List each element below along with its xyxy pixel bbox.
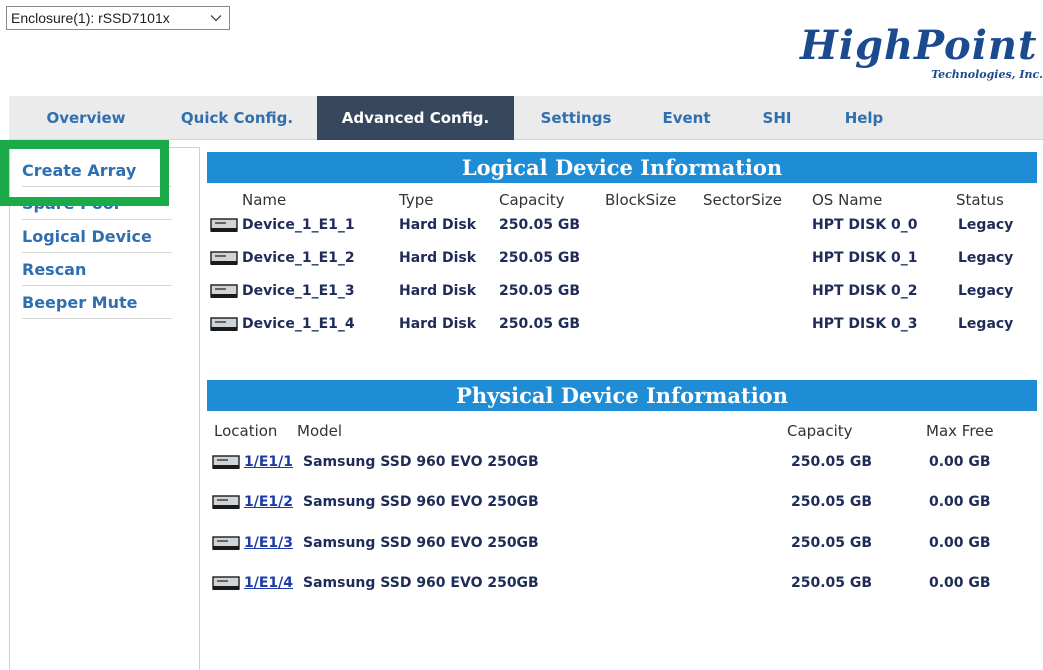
physical-header-location: Location (214, 422, 278, 440)
logical-status: Legacy (958, 283, 1014, 299)
logical-status: Legacy (958, 217, 1014, 233)
logical-type: Hard Disk (399, 283, 477, 299)
sidebar: Create Array Spare Pool Logical Device R… (9, 147, 200, 670)
logical-os-name: HPT DISK 0_0 (812, 217, 918, 233)
tab-quick-config[interactable]: Quick Config. (167, 96, 307, 140)
physical-location-link[interactable]: 1/E1/3 (244, 535, 293, 551)
physical-model: Samsung SSD 960 EVO 250GB (303, 575, 539, 591)
sidebar-item-beeper-mute[interactable]: Beeper Mute (22, 286, 172, 319)
physical-location-link[interactable]: 1/E1/1 (244, 454, 293, 470)
logical-name: Device_1_E1_1 (242, 217, 355, 233)
logo-subtitle: Technologies, Inc. (931, 68, 1043, 81)
logical-os-name: HPT DISK 0_3 (812, 316, 918, 332)
logical-header-sectorsize: SectorSize (703, 191, 783, 209)
physical-header-max-free: Max Free (926, 422, 994, 440)
physical-device-banner: Physical Device Information (207, 380, 1037, 411)
logical-capacity: 250.05 GB (499, 250, 581, 266)
logical-status: Legacy (958, 250, 1014, 266)
enclosure-select[interactable]: Enclosure(1): rSSD7101x (6, 6, 230, 30)
logical-header-blocksize: BlockSize (605, 191, 677, 209)
physical-max-free: 0.00 GB (929, 535, 991, 551)
hard-disk-icon (212, 536, 240, 550)
tab-overview[interactable]: Overview (27, 96, 145, 140)
logical-capacity: 250.05 GB (499, 283, 581, 299)
logical-header-name: Name (242, 191, 287, 209)
logical-capacity: 250.05 GB (499, 217, 581, 233)
physical-location-link[interactable]: 1/E1/2 (244, 494, 293, 510)
hard-disk-icon (212, 455, 240, 469)
enclosure-select-value: Enclosure(1): rSSD7101x (11, 10, 170, 26)
physical-model: Samsung SSD 960 EVO 250GB (303, 494, 539, 510)
hard-disk-icon (210, 317, 238, 331)
tab-event[interactable]: Event (649, 96, 724, 140)
chevron-down-icon (210, 15, 222, 22)
logical-header-status: Status (956, 191, 1004, 209)
logical-header-capacity: Capacity (499, 191, 565, 209)
physical-capacity: 250.05 GB (791, 535, 873, 551)
logical-device-banner: Logical Device Information (207, 152, 1037, 183)
logical-name: Device_1_E1_4 (242, 316, 355, 332)
logical-name: Device_1_E1_2 (242, 250, 355, 266)
tab-shi[interactable]: SHI (746, 96, 808, 140)
logical-status: Legacy (958, 316, 1014, 332)
physical-location-link[interactable]: 1/E1/4 (244, 575, 293, 591)
hard-disk-icon (210, 251, 238, 265)
physical-max-free: 0.00 GB (929, 494, 991, 510)
tab-help[interactable]: Help (829, 96, 899, 140)
physical-model: Samsung SSD 960 EVO 250GB (303, 535, 539, 551)
hard-disk-icon (210, 284, 238, 298)
logical-os-name: HPT DISK 0_2 (812, 283, 918, 299)
sidebar-item-create-array[interactable]: Create Array (22, 154, 172, 187)
physical-header-capacity: Capacity (787, 422, 853, 440)
tab-settings[interactable]: Settings (527, 96, 625, 140)
sidebar-item-rescan[interactable]: Rescan (22, 253, 172, 286)
logo-brand: HighPoint (800, 22, 1038, 69)
tab-advanced-config[interactable]: Advanced Config. (317, 96, 514, 140)
physical-max-free: 0.00 GB (929, 454, 991, 470)
logical-os-name: HPT DISK 0_1 (812, 250, 918, 266)
physical-model: Samsung SSD 960 EVO 250GB (303, 454, 539, 470)
hard-disk-icon (210, 218, 238, 232)
sidebar-item-spare-pool[interactable]: Spare Pool (22, 187, 172, 220)
highpoint-logo: HighPoint Technologies, Inc. (800, 22, 1043, 86)
physical-capacity: 250.05 GB (791, 494, 873, 510)
logical-header-os-name: OS Name (812, 191, 883, 209)
physical-max-free: 0.00 GB (929, 575, 991, 591)
sidebar-item-logical-device[interactable]: Logical Device (22, 220, 172, 253)
physical-capacity: 250.05 GB (791, 575, 873, 591)
hard-disk-icon (212, 495, 240, 509)
hard-disk-icon (212, 576, 240, 590)
physical-header-model: Model (297, 422, 343, 440)
main-tabs: Overview Quick Config. Advanced Config. … (9, 96, 1043, 140)
logical-capacity: 250.05 GB (499, 316, 581, 332)
logical-type: Hard Disk (399, 250, 477, 266)
logical-type: Hard Disk (399, 217, 477, 233)
physical-capacity: 250.05 GB (791, 454, 873, 470)
logical-type: Hard Disk (399, 316, 477, 332)
logical-header-type: Type (399, 191, 434, 209)
logical-name: Device_1_E1_3 (242, 283, 355, 299)
